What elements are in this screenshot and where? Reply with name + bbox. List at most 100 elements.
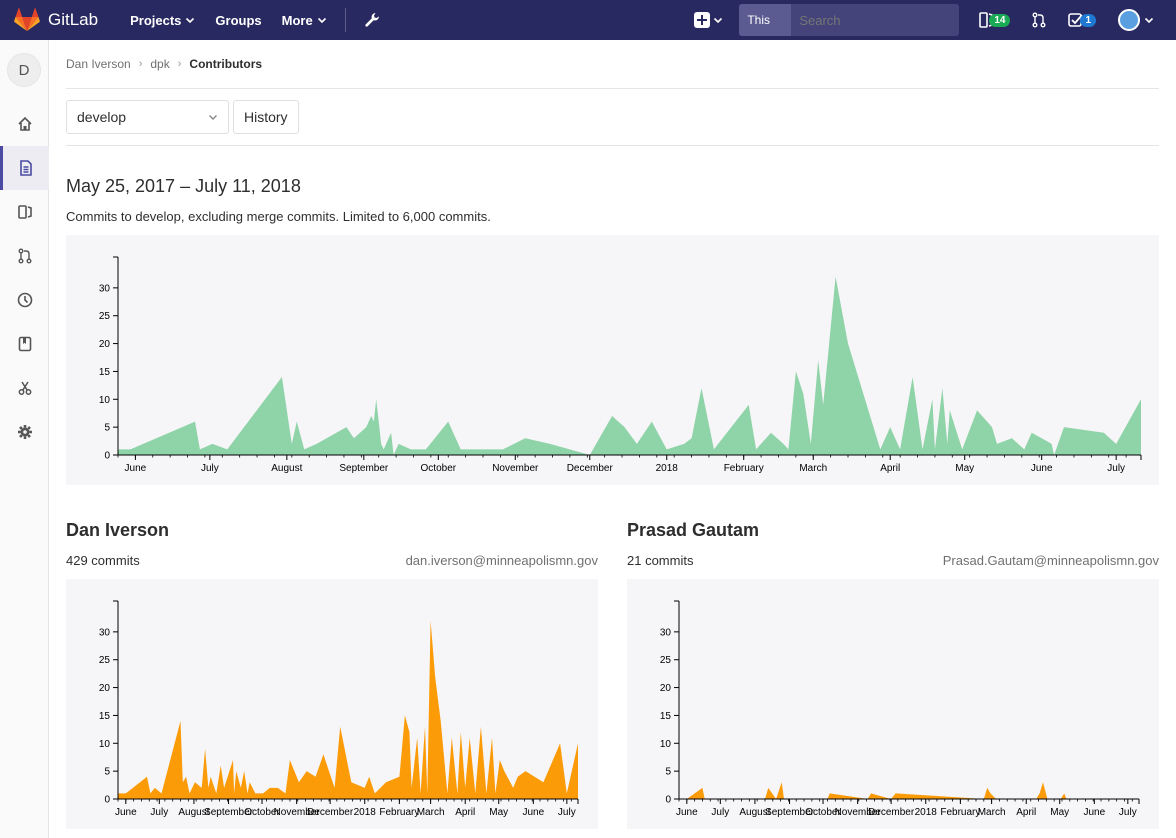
search-box: This project (739, 4, 960, 36)
x-tick-label: November (492, 463, 539, 474)
sidebar-item-snippets[interactable] (0, 366, 49, 410)
plus-icon (694, 12, 711, 28)
merge-request-icon (1032, 12, 1046, 28)
commits-area (686, 782, 1067, 799)
sidebar-item-wiki[interactable] (0, 322, 49, 366)
search-scope-badge[interactable]: This project (739, 4, 792, 36)
nav-more-label: More (281, 12, 313, 28)
branch-select[interactable]: develop (66, 100, 229, 134)
y-tick-label: 30 (99, 627, 111, 638)
x-tick-label: October (421, 463, 457, 474)
repository-icon (20, 160, 32, 176)
x-tick-label: July (558, 807, 576, 818)
x-tick-label: February (724, 463, 764, 474)
snippets-icon (18, 381, 31, 395)
branch-select-value: develop (77, 109, 127, 125)
y-tick-label: 0 (104, 451, 110, 462)
x-tick-label: June (1083, 807, 1105, 818)
x-tick-label: March (799, 463, 827, 474)
contributor-email: dan.iverson@minneapolismn.gov (405, 553, 598, 568)
new-item-button[interactable] (694, 12, 723, 28)
x-tick-label: July (201, 463, 219, 474)
user-avatar[interactable] (1118, 9, 1140, 31)
x-tick-label: August (271, 463, 302, 474)
sidebar-item-settings[interactable] (0, 410, 49, 454)
issues-nav-button[interactable]: 14 (979, 12, 1011, 28)
x-tick-label: May (1050, 807, 1069, 818)
contributor-card: Prasad Gautam 21 commits Prasad.Gautam@m… (627, 520, 1159, 829)
y-tick-label: 25 (99, 311, 111, 322)
nav-more[interactable]: More (282, 13, 327, 28)
x-tick-label: July (1107, 463, 1125, 474)
merge-requests-nav-button[interactable] (1032, 12, 1046, 28)
breadcrumb-project[interactable]: dpk (150, 57, 169, 71)
wrench-icon[interactable] (364, 12, 380, 28)
x-tick-label: June (522, 807, 544, 818)
project-sidebar: D (0, 40, 49, 838)
ci-cd-icon (17, 292, 32, 308)
x-tick-label: 2018 (656, 463, 679, 474)
x-tick-label: December (567, 463, 614, 474)
commits-area (118, 276, 1141, 455)
x-tick-label: June (1031, 463, 1053, 474)
y-tick-label: 15 (99, 367, 111, 378)
y-tick-label: 5 (665, 767, 671, 778)
sidebar-item-issues[interactable] (0, 190, 49, 234)
issues-count-badge: 14 (989, 13, 1011, 27)
chevron-down-icon (209, 115, 217, 120)
x-tick-label: 2018 (354, 807, 377, 818)
top-navbar: GitLab Projects Groups More This project… (0, 0, 1176, 40)
y-tick-label: 15 (99, 711, 111, 722)
contributor-name: Prasad Gautam (627, 520, 760, 540)
x-tick-label: March (978, 807, 1006, 818)
x-tick-label: April (1016, 807, 1036, 818)
sidebar-item-project[interactable] (0, 102, 49, 146)
search-input[interactable] (791, 12, 960, 28)
sidebar-item-repository[interactable] (0, 146, 49, 190)
wiki-icon (18, 336, 31, 352)
nav-groups-label: Groups (215, 12, 262, 28)
nav-groups[interactable]: Groups (215, 13, 261, 28)
contributor-card: Dan Iverson 429 commits dan.iverson@minn… (66, 520, 598, 829)
project-avatar[interactable]: D (7, 53, 41, 87)
x-tick-label: June (125, 463, 147, 474)
brand-name: GitLab (48, 10, 99, 29)
todos-nav-button[interactable]: 1 (1068, 13, 1096, 27)
y-tick-label: 20 (99, 683, 111, 694)
settings-icon (17, 425, 32, 439)
chevron-down-icon (714, 17, 723, 24)
contributor-commit-count: 429 commits (66, 553, 140, 568)
y-tick-label: 0 (104, 795, 110, 806)
y-tick-label: 10 (660, 739, 672, 750)
y-tick-label: 10 (99, 739, 111, 750)
x-tick-label: February (379, 807, 419, 818)
gitlab-logo-icon (14, 8, 40, 31)
sidebar-item-ci-cd[interactable] (0, 278, 49, 322)
gitlab-brand[interactable]: GitLab (14, 0, 98, 40)
y-tick-label: 0 (665, 795, 671, 806)
chevron-down-icon[interactable] (1144, 15, 1154, 25)
nav-projects-label: Projects (130, 12, 182, 28)
nav-projects[interactable]: Projects (130, 13, 195, 28)
merge-requests-icon (18, 248, 31, 264)
contributor-commit-count: 21 commits (627, 553, 694, 568)
contributors-list: Dan Iverson 429 commits dan.iverson@minn… (66, 520, 1159, 829)
contributors-controls: develop History (66, 89, 1159, 146)
x-tick-label: June (115, 807, 137, 818)
breadcrumb-user[interactable]: Dan Iverson (66, 57, 131, 71)
y-tick-label: 5 (104, 767, 110, 778)
y-tick-label: 30 (660, 627, 672, 638)
todos-count-badge: 1 (1080, 13, 1096, 27)
x-tick-label: December (868, 807, 915, 818)
overall-commits-chart: 0 5 10 15 20 25 30 June July August September Octob… (66, 235, 1159, 485)
breadcrumb-current[interactable]: Contributors (189, 57, 262, 71)
history-button[interactable]: History (233, 100, 299, 134)
main-content: Dan Iverson › dpk › Contributors develop… (66, 40, 1159, 829)
commits-description: Commits to develop, excluding merge comm… (66, 209, 491, 224)
contributor-commits-chart: 0 5 10 15 20 25 30 June July August September Octob… (627, 579, 1159, 829)
breadcrumb-separator: › (138, 58, 143, 70)
y-tick-label: 30 (99, 283, 111, 294)
x-tick-label: June (676, 807, 698, 818)
x-tick-label: July (1119, 807, 1137, 818)
sidebar-item-merge-requests[interactable] (0, 234, 49, 278)
